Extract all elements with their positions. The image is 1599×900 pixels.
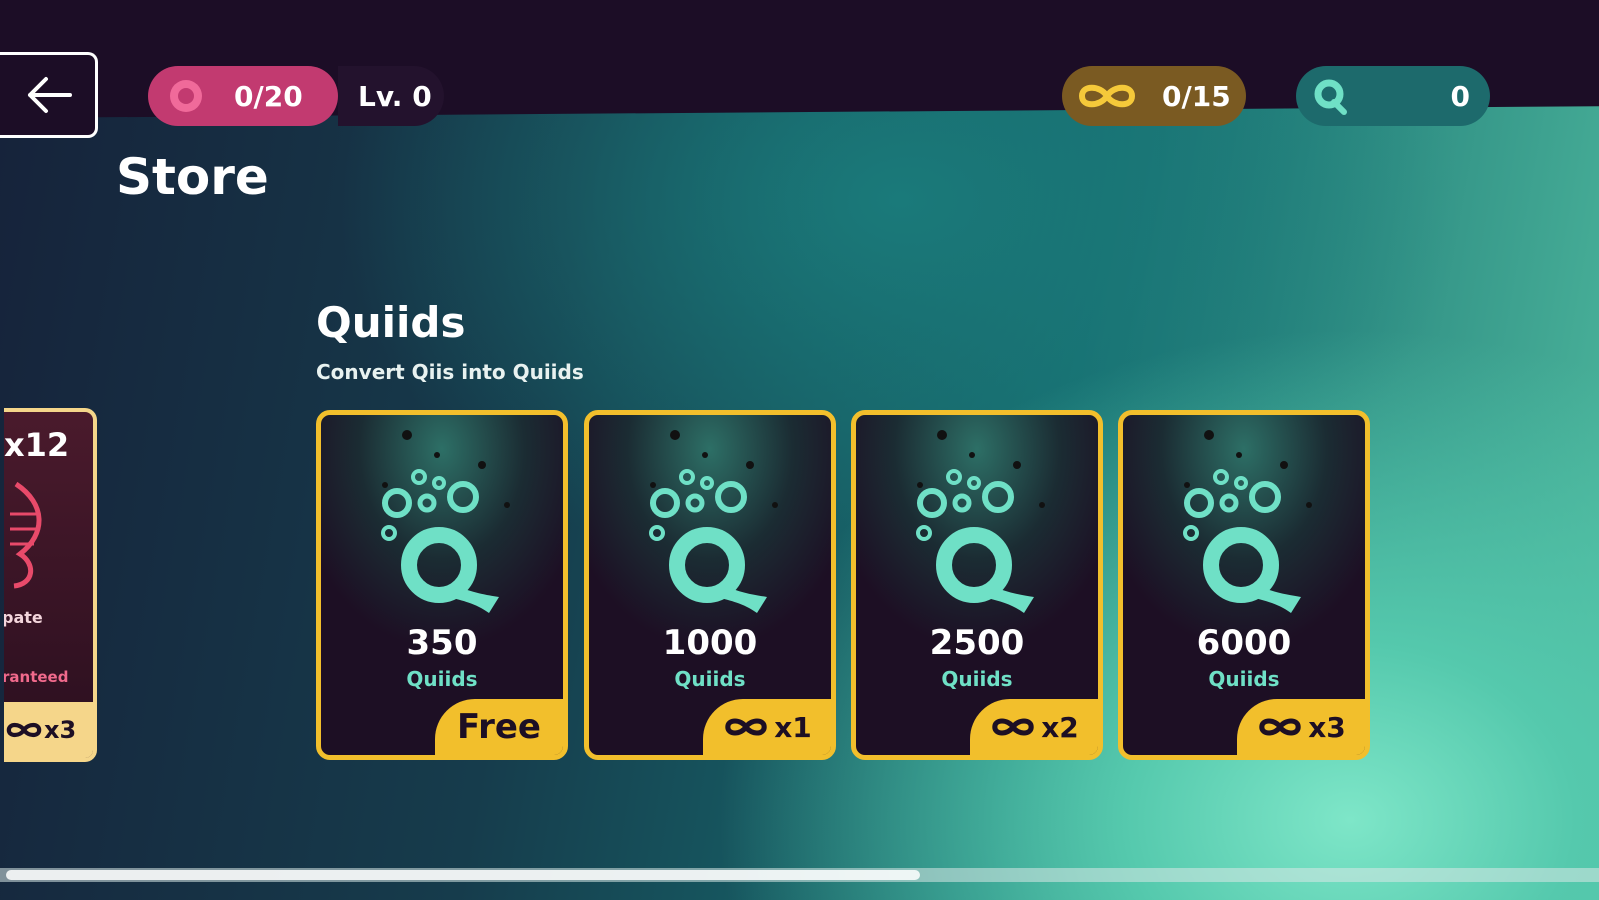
pack-price-label: Free	[457, 707, 541, 747]
pack-price-label: x1	[774, 710, 812, 744]
quiid-pack-card[interactable]: 1000 Quiids x1	[584, 410, 836, 760]
pack-amount: 2500	[929, 623, 1025, 663]
pack-price-button[interactable]: Free	[435, 699, 563, 755]
quiid-pack-icon	[916, 430, 1045, 613]
section-subtitle: Convert Qiis into Quiids	[316, 360, 584, 384]
infinity-counter-value: 0/15	[1162, 79, 1231, 113]
infinity-icon	[6, 722, 42, 738]
pack-amount: 6000	[1196, 623, 1292, 663]
infinity-counter: 0/15	[1062, 66, 1246, 126]
arrow-left-icon	[27, 77, 72, 113]
infinity-icon	[992, 718, 1034, 736]
pack-unit: Quiids	[674, 667, 746, 691]
ring-icon	[170, 80, 202, 112]
back-button[interactable]	[0, 52, 98, 138]
partial-card-price-label: x3	[44, 716, 77, 744]
pack-amount: 350	[406, 623, 478, 663]
ring-counter-value: 0/20	[234, 79, 303, 113]
ring-counter: 0/20	[148, 66, 338, 126]
scrollbar-thumb[interactable]	[6, 870, 920, 880]
infinity-icon	[725, 718, 767, 736]
pack-price-button[interactable]: x1	[703, 699, 831, 755]
pack-price-button[interactable]: x2	[970, 699, 1098, 755]
pack-amount: 1000	[662, 623, 758, 663]
quiid-pack-card[interactable]: 2500 Quiids x2	[851, 410, 1103, 760]
partial-card-price: x3	[4, 702, 93, 758]
level-label: Lv. 0	[338, 66, 444, 126]
quiid-pack-card[interactable]: 350 Quiids Free	[316, 410, 568, 760]
partial-offer-card[interactable]: x12 pate ranteed x3	[4, 408, 97, 762]
page-title: Store	[116, 148, 269, 206]
pack-unit: Quiids	[941, 667, 1013, 691]
infinity-icon	[1259, 718, 1301, 736]
partial-card-title: x12	[4, 426, 70, 464]
pack-price-label: x3	[1308, 710, 1346, 744]
infinity-icon	[1078, 84, 1136, 108]
offer-art-icon	[10, 481, 42, 589]
quiid-pack-card[interactable]: 6000 Quiids x3	[1118, 410, 1370, 760]
quiid-icon	[1314, 79, 1347, 115]
pack-price-label: x2	[1041, 710, 1079, 744]
quiid-pack-icon	[381, 430, 510, 613]
quiid-pack-icon	[649, 430, 778, 613]
quiid-pack-icon	[1183, 430, 1312, 613]
pack-unit: Quiids	[406, 667, 478, 691]
pack-price-button[interactable]: x3	[1237, 699, 1365, 755]
quiid-counter-value: 0	[1450, 79, 1470, 113]
section-title: Quiids	[316, 298, 466, 347]
pack-unit: Quiids	[1208, 667, 1280, 691]
quiid-counter: 0	[1296, 66, 1490, 126]
partial-card-line2: ranteed	[4, 668, 69, 686]
partial-card-line1: pate	[4, 608, 43, 627]
